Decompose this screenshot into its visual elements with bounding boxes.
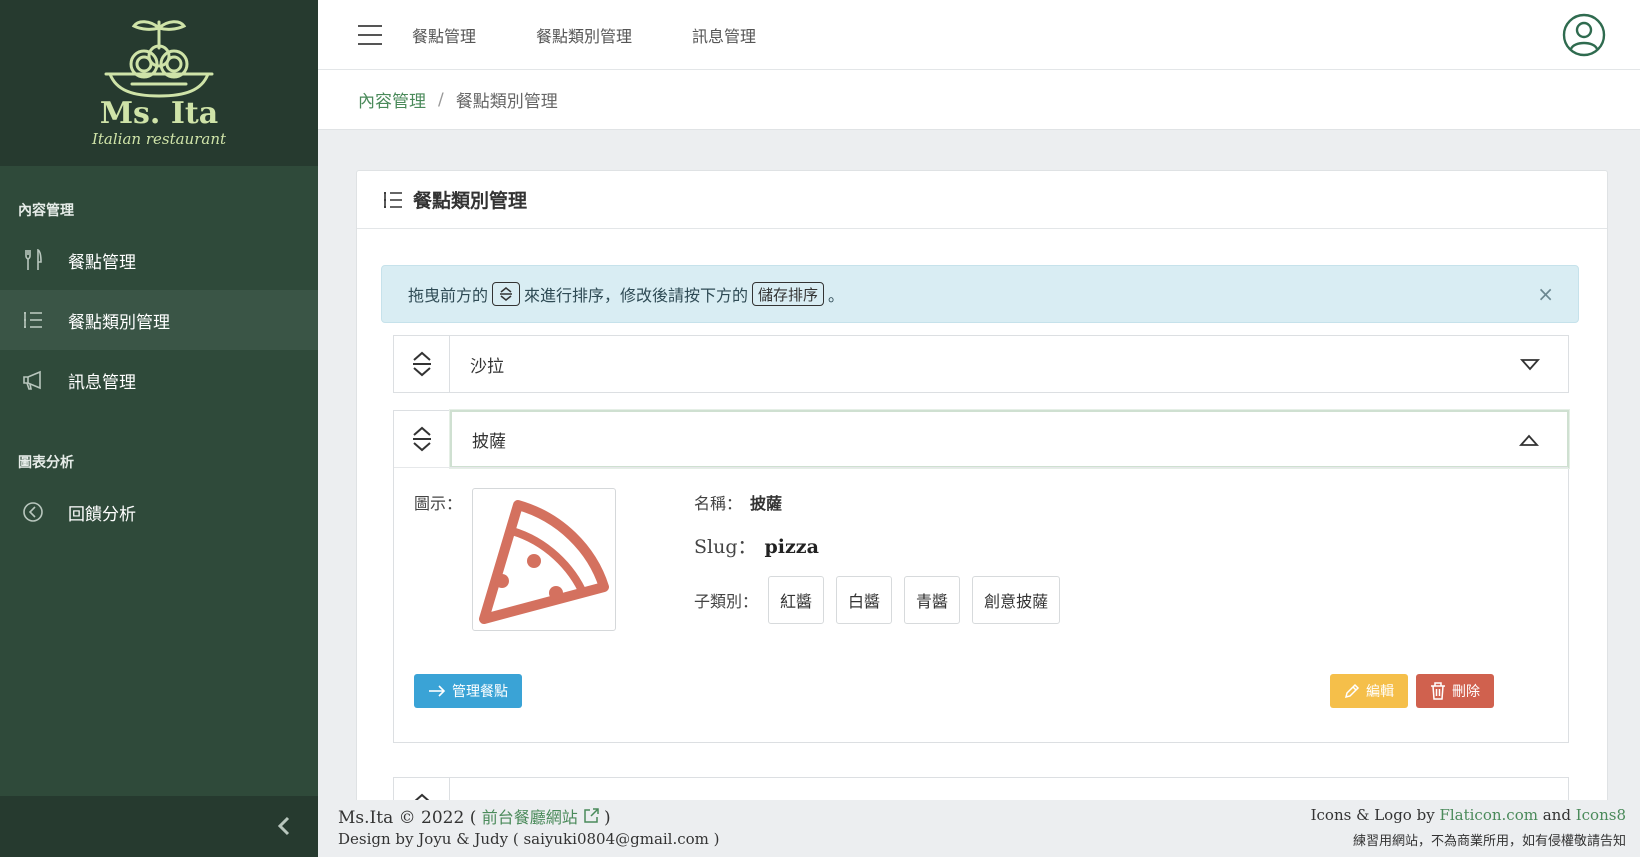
icons8-link[interactable]: Icons8 (1576, 806, 1626, 824)
subcategory-row: 子類別： 紅醬 白醬 青醬 創意披薩 (694, 576, 1072, 624)
sidebar-footer (0, 796, 318, 857)
save-order-hint: 儲存排序 (752, 282, 825, 306)
top-link-categories[interactable]: 餐點類別管理 (536, 23, 632, 47)
footer-credits: Icons & Logo by Flaticon.com and Icons8 (1311, 806, 1626, 824)
category-name: 披薩 (472, 431, 506, 452)
category-image (472, 488, 616, 631)
subcategory-chip: 白醬 (836, 576, 893, 624)
arrow-right-icon (429, 685, 446, 697)
breadcrumb: 內容管理 / 餐點類別管理 (318, 70, 1640, 130)
copyright-text: Ms.Ita © 2022 ( (338, 808, 477, 828)
sort-hint-alert: 拖曳前方的 來進行排序，修改後請按下方的 儲存排序 。 × (381, 265, 1579, 323)
name-row: 名稱： 披薩 (694, 490, 782, 514)
sidebar-section-charts: 圖表分析 (18, 455, 74, 471)
chevron-up-icon (1519, 434, 1539, 446)
sidebar-item-label: 回饋分析 (68, 504, 136, 525)
accordion-toggle-pizza[interactable]: 披薩 (450, 410, 1569, 468)
card-header: 餐點類別管理 (357, 171, 1607, 229)
drag-handle-icon[interactable] (394, 411, 450, 467)
credits-prefix: Icons & Logo by (1310, 806, 1435, 824)
external-link-icon (584, 808, 599, 823)
sidebar-item-categories[interactable]: 餐點類別管理 (0, 290, 318, 350)
drag-handle-icon[interactable] (394, 336, 450, 392)
category-details: 圖示： 名稱： 披薩 Slug： pizza 子類別： 紅醬 白醬 青醬 創意披… (394, 467, 1568, 742)
delete-button[interactable]: 刪除 (1416, 674, 1494, 708)
breadcrumb-separator: / (438, 89, 444, 110)
sidebar-section-content: 內容管理 (18, 203, 74, 219)
brand-name: Ms. Ita (99, 96, 219, 131)
sidebar-item-messages[interactable]: 訊息管理 (0, 350, 318, 410)
icon-label: 圖示： (414, 494, 463, 513)
chart-circle-icon (22, 501, 44, 523)
front-site-link[interactable]: 前台餐廳網站 (482, 808, 604, 827)
close-icon[interactable]: × (1537, 283, 1554, 305)
slug-value: pizza (764, 536, 819, 558)
sidebar: Ms. Ita Italian restaurant 內容管理 餐點管理 餐點類… (0, 0, 318, 857)
drag-hint-icon (492, 282, 521, 306)
alert-text-middle: 來進行排序，修改後請按下方的 (524, 286, 749, 305)
manage-dishes-label: 管理餐點 (452, 684, 508, 700)
top-link-dishes[interactable]: 餐點管理 (412, 23, 476, 47)
pencil-icon (1344, 683, 1360, 699)
list-icon (22, 309, 44, 331)
sidebar-item-dishes[interactable]: 餐點管理 (0, 230, 318, 290)
edit-label: 編輯 (1366, 684, 1394, 700)
category-name: 沙拉 (470, 356, 504, 377)
list-icon (384, 191, 402, 208)
sidebar-item-label: 餐點類別管理 (68, 312, 170, 333)
breadcrumb-current: 餐點類別管理 (455, 92, 558, 112)
top-link-messages[interactable]: 訊息管理 (692, 23, 756, 47)
trash-icon (1431, 682, 1445, 700)
footer-design: Design by Joyu & Judy ( saiyuki0804@gmai… (338, 830, 720, 848)
delete-label: 刪除 (1452, 684, 1480, 700)
category-item-salad: 沙拉 (393, 335, 1569, 393)
edit-button[interactable]: 編輯 (1330, 674, 1408, 708)
chevron-left-icon (277, 816, 290, 836)
pasta-bowl-logo-icon (104, 20, 214, 98)
fork-knife-icon (22, 249, 44, 271)
slug-row: Slug： pizza (694, 532, 819, 559)
chevron-down-icon (1520, 359, 1540, 371)
category-card: 餐點類別管理 拖曳前方的 來進行排序，修改後請按下方的 儲存排序 。 × 沙拉 (356, 170, 1608, 810)
accordion-toggle-salad[interactable]: 沙拉 (450, 336, 1568, 392)
footer-notice: 練習用網站，不為商業所用，如有侵權敬請告知 (1352, 834, 1626, 849)
subcategory-chip: 創意披薩 (972, 576, 1061, 624)
alert-text-end: 。 (828, 286, 845, 305)
user-circle-icon[interactable] (1562, 13, 1606, 57)
credits-and: and (1542, 806, 1571, 824)
copyright-end: ) (603, 808, 611, 828)
pizza-slice-icon (479, 499, 609, 624)
megaphone-icon (22, 369, 44, 391)
sidebar-collapse-button[interactable] (272, 814, 296, 838)
subcategory-chip: 青醬 (904, 576, 961, 624)
slug-label: Slug： (694, 536, 757, 558)
brand-subtitle: Italian restaurant (91, 130, 227, 148)
alert-text-before: 拖曳前方的 (408, 286, 489, 305)
card-title: 餐點類別管理 (413, 190, 528, 212)
name-label: 名稱： (694, 494, 743, 513)
sidebar-item-label: 訊息管理 (68, 372, 136, 393)
brand-logo[interactable]: Ms. Ita Italian restaurant (0, 0, 318, 166)
footer: Ms.Ita © 2022 ( 前台餐廳網站 ) Design by Joyu … (318, 800, 1640, 857)
sidebar-item-label: 餐點管理 (68, 252, 136, 273)
manage-dishes-button[interactable]: 管理餐點 (414, 674, 522, 708)
hamburger-icon[interactable] (358, 24, 382, 45)
sidebar-item-feedback[interactable]: 回饋分析 (0, 482, 318, 542)
category-item-pizza: 披薩 圖示： 名稱： 披薩 Slug： pizza 子類別： 紅醬 白醬 青醬 … (393, 410, 1569, 743)
subcategory-chip: 紅醬 (768, 576, 825, 624)
name-value: 披薩 (750, 494, 783, 513)
breadcrumb-parent-link[interactable]: 內容管理 (358, 87, 426, 112)
flaticon-link[interactable]: Flaticon.com (1439, 806, 1538, 824)
subcategory-label: 子類別： (694, 592, 759, 611)
top-navbar: 餐點管理 餐點類別管理 訊息管理 (318, 0, 1640, 70)
footer-copyright: Ms.Ita © 2022 ( 前台餐廳網站 ) (338, 804, 611, 828)
